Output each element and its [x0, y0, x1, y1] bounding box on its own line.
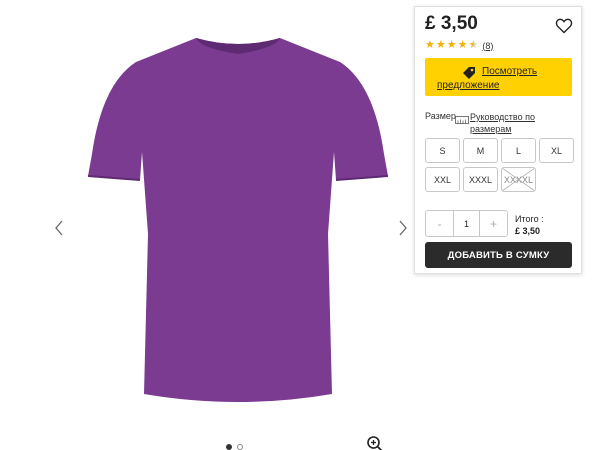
carousel-dot[interactable]	[237, 444, 243, 450]
size-guide-link[interactable]: Руководство по размерам	[470, 111, 552, 135]
total-label: Итого :	[515, 214, 544, 224]
carousel-dot[interactable]	[226, 444, 232, 450]
size-option-s[interactable]: S	[425, 138, 460, 163]
star-rating: ★ ★ ★ ★ ★	[425, 40, 478, 51]
chevron-left-icon[interactable]	[51, 218, 67, 238]
add-to-bag-button[interactable]: ДОБАВИТЬ В СУМКУ	[425, 242, 572, 268]
star-icon: ★	[446, 39, 457, 51]
total: Итого : £ 3,50	[515, 213, 544, 237]
size-label: Размер	[425, 111, 456, 121]
total-value: £ 3,50	[515, 226, 541, 236]
view-offer-button[interactable]: Посмотреть предложение	[425, 58, 572, 96]
review-count-link[interactable]: (8)	[482, 41, 493, 51]
size-options: S M L XL XXL XXXL XXXXL	[425, 138, 574, 192]
star-icon: ★	[457, 39, 468, 51]
rating: ★ ★ ★ ★ ★ (8)	[425, 40, 493, 51]
size-option-xxxxl-unavailable[interactable]: XXXXL	[501, 167, 536, 192]
size-option-m[interactable]: M	[463, 138, 498, 163]
product-gallery	[0, 0, 412, 450]
star-half-icon: ★	[468, 39, 479, 51]
heart-icon[interactable]	[555, 17, 573, 35]
star-icon: ★	[425, 39, 435, 51]
ruler-icon	[455, 116, 469, 124]
offer-label-line2: предложение	[437, 80, 500, 91]
offer-label-line1: Посмотреть	[482, 66, 538, 77]
purchase-panel: £ 3,50 ★ ★ ★ ★ ★ (8) Посмотреть предложе…	[414, 6, 582, 274]
tag-icon	[463, 67, 475, 79]
quantity-increase-button[interactable]: +	[480, 211, 507, 236]
quantity-input[interactable]: 1	[453, 211, 480, 236]
price: £ 3,50	[425, 13, 478, 34]
size-option-xl[interactable]: XL	[539, 138, 574, 163]
quantity-stepper: - 1 +	[425, 210, 508, 237]
carousel-dots	[226, 444, 243, 450]
zoom-in-icon[interactable]	[366, 435, 384, 450]
unavailable-cross-icon	[502, 168, 535, 191]
quantity-decrease-button[interactable]: -	[426, 211, 453, 236]
size-option-xxl[interactable]: XXL	[425, 167, 460, 192]
size-option-l[interactable]: L	[501, 138, 536, 163]
product-image[interactable]	[78, 34, 398, 412]
size-option-xxxl[interactable]: XXXL	[463, 167, 498, 192]
star-icon: ★	[435, 39, 446, 51]
chevron-right-icon[interactable]	[395, 218, 411, 238]
